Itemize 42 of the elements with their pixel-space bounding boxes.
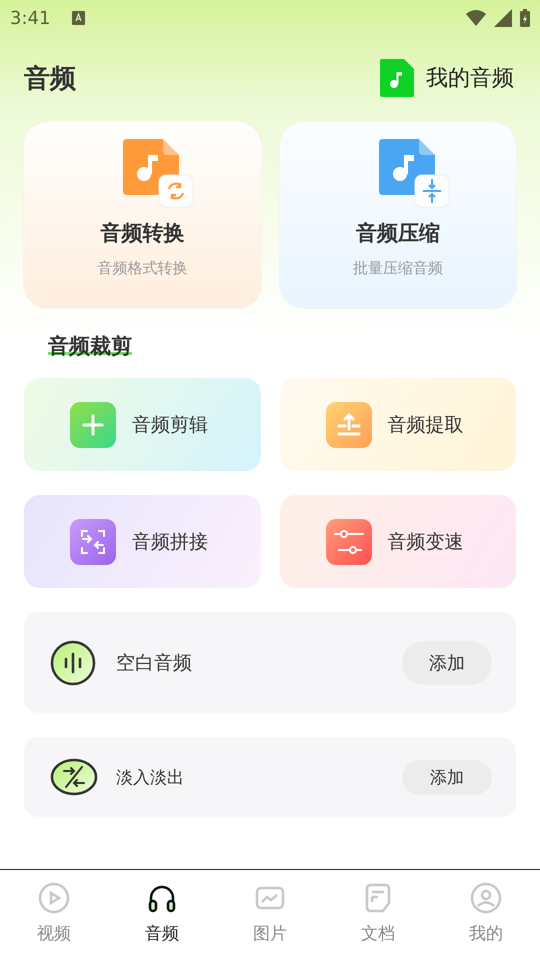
- wifi-icon: [466, 10, 486, 26]
- page-title: 音频: [24, 62, 76, 96]
- feature-subtitle: 批量压缩音频: [352, 259, 443, 278]
- tool-card[interactable]: 音频提取: [280, 378, 516, 471]
- waveform-icon: [50, 640, 96, 686]
- add-button[interactable]: 添加: [402, 760, 492, 794]
- status-time: 3:41: [10, 8, 50, 28]
- feature-title: 音频压缩: [356, 220, 440, 247]
- tool-card[interactable]: 音频拼接: [24, 495, 260, 588]
- keyboard-icon: [72, 11, 86, 25]
- feature-subtitle: 音频格式转换: [97, 259, 188, 278]
- feature-card[interactable]: 音频压缩 批量压缩音频: [280, 122, 516, 308]
- plus-icon: [70, 402, 116, 448]
- signal-icon: [494, 9, 512, 27]
- nav-tab[interactable]: 文档: [324, 870, 432, 960]
- feature-card[interactable]: 音频转换 音频格式转换: [24, 122, 260, 308]
- music-file-icon: [380, 59, 414, 97]
- tool-label: 音频拼接: [132, 530, 208, 554]
- battery-icon: [520, 9, 530, 27]
- nav-tab[interactable]: 音频: [108, 870, 216, 960]
- add-button[interactable]: 添加: [402, 640, 492, 684]
- tool-label: 音频提取: [388, 412, 464, 438]
- tool-card[interactable]: 音频变速: [280, 495, 516, 588]
- section-title: 音频裁剪: [48, 334, 132, 358]
- feature-title: 音频转换: [100, 220, 184, 247]
- my-audio-button[interactable]: 我的音频: [380, 59, 514, 97]
- list-label: 空白音频: [116, 650, 193, 676]
- profile-icon: [470, 882, 502, 914]
- play-icon: [38, 882, 70, 914]
- sliders-icon: [326, 518, 372, 564]
- nav-tab[interactable]: 视频: [0, 870, 108, 960]
- music-file-compress-icon: [378, 139, 451, 209]
- fade-arrows-icon: [50, 757, 98, 797]
- tool-label: 音频剪辑: [132, 412, 208, 438]
- tool-label: 音频变速: [388, 530, 464, 554]
- tool-card[interactable]: 音频剪辑: [24, 378, 260, 471]
- nav-tab[interactable]: 我的: [432, 870, 540, 960]
- list-label: 淡入淡出: [116, 766, 185, 788]
- merge-icon: [70, 518, 116, 564]
- nav-tab[interactable]: 图片: [216, 870, 324, 960]
- music-file-convert-icon: [123, 139, 196, 209]
- upload-icon: [326, 402, 372, 448]
